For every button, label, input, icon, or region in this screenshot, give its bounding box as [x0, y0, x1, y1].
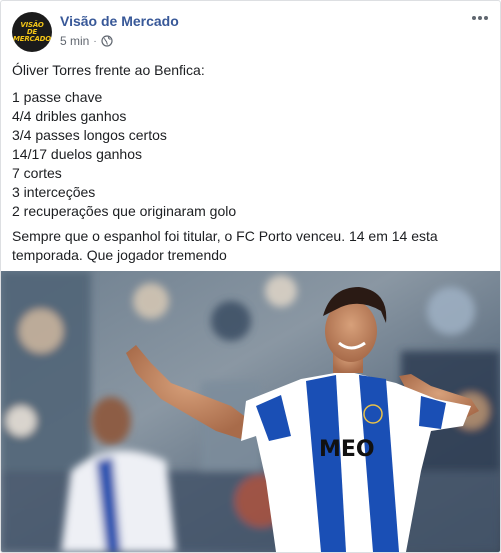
globe-icon[interactable] — [101, 35, 113, 47]
meta-separator: · — [93, 35, 97, 47]
stat-line: 4/4 dribles ganhos — [12, 108, 127, 124]
feed-post: VISÃO DE MERCADO Visão de Mercado 5 min … — [0, 0, 501, 553]
stat-line: 3 interceções — [12, 184, 96, 200]
stat-line: 3/4 passes longos certos — [12, 127, 167, 143]
post-timestamp[interactable]: 5 min — [60, 34, 89, 48]
post-header: VISÃO DE MERCADO Visão de Mercado 5 min … — [12, 12, 490, 52]
stat-line: 2 recuperações que originaram golo — [12, 203, 237, 219]
post-photo[interactable]: MEO — [1, 271, 500, 552]
avatar-text-3: MERCADO — [12, 34, 52, 43]
shirt-sponsor-text: MEO — [319, 437, 375, 462]
page-name-link[interactable]: Visão de Mercado — [60, 13, 179, 29]
post-meta: 5 min · — [60, 34, 113, 48]
post-closing: Sempre que o espanhol foi titular, o FC … — [12, 228, 438, 263]
more-options-button[interactable] — [470, 10, 490, 26]
stat-line: 7 cortes — [12, 165, 62, 181]
ellipsis-icon — [472, 16, 488, 20]
photo-illustration: MEO — [1, 271, 500, 552]
stat-line: 14/17 duelos ganhos — [12, 146, 142, 162]
stat-line: 1 passe chave — [12, 89, 103, 105]
page-avatar[interactable]: VISÃO DE MERCADO — [12, 12, 52, 52]
post-intro: Óliver Torres frente ao Benfica: — [12, 62, 205, 78]
post-body: Óliver Torres frente ao Benfica: 1 passe… — [12, 61, 490, 265]
